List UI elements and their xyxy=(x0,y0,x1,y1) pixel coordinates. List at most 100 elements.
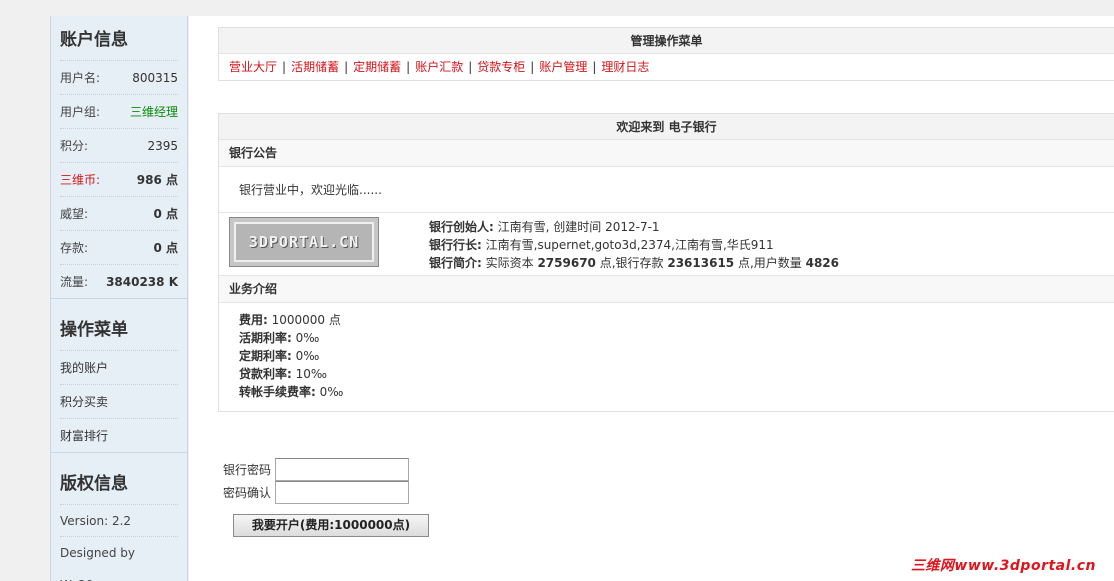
sidebar-item-points-trade[interactable]: 积分买卖 xyxy=(60,384,178,418)
confirm-label: 密码确认 xyxy=(223,486,272,500)
password-row: 银行密码 xyxy=(223,458,409,481)
ops-menu-panel: 管理操作菜单 营业大厅 | 活期储蓄 | 定期储蓄 | 账户汇款 | 贷款专柜 | 账户管理 | 理财日… xyxy=(218,27,1114,81)
site-watermark: 三维网www.3dportal.cn xyxy=(910,558,1096,574)
current-rate-value: 0‰ xyxy=(291,331,320,345)
password-confirm-input[interactable] xyxy=(275,481,409,504)
traffic-value: 3840238 K xyxy=(106,275,178,289)
coins-value: 986 点 xyxy=(136,173,178,187)
founder-label: 银行创始人: xyxy=(429,220,494,234)
president-value: 江南有雪,supernet,goto3d,2374,江南有雪,华氏911 xyxy=(481,238,774,252)
intro-label: 银行简介: xyxy=(429,256,482,270)
fee-line: 费用: 1000000 点 xyxy=(239,311,1094,329)
welcome-title: 欢迎来到 电子银行 xyxy=(219,114,1114,140)
notice-title: 银行公告 xyxy=(219,140,1114,167)
ops-menu: 营业大厅 | 活期储蓄 | 定期储蓄 | 账户汇款 | 贷款专柜 | 账户管理 | 理财日志 xyxy=(219,54,1114,80)
copyright-title: 版权信息 xyxy=(60,474,128,494)
prestige-label: 威望: xyxy=(60,207,89,221)
operation-menu-section: 操作菜单 我的账户 积分买卖 财富排行 xyxy=(51,306,187,452)
bank-info: 3DPORTAL.CN 银行创始人: 江南有雪, 创建时间 2012-7-1 银… xyxy=(219,213,1114,276)
top-strip xyxy=(0,0,1114,16)
transfer-fee-value: 0‰ xyxy=(315,385,344,399)
intro-line: 银行简介: 实际资本 2759670 点,银行存款 23613615 点,用户数… xyxy=(429,254,839,272)
fee-label: 费用: xyxy=(239,313,268,327)
sidebar-item-my-account[interactable]: 我的账户 xyxy=(60,350,178,384)
page: 账户信息 用户名: 800315 用户组: 三维经理 积分: 2395 三维币:… xyxy=(0,0,1114,581)
open-account-button[interactable]: 我要开户(费用:1000000点) xyxy=(233,514,429,537)
account-info-section: 账户信息 用户名: 800315 用户组: 三维经理 积分: 2395 三维币:… xyxy=(51,16,187,298)
bank-logo-text: 3DPORTAL.CN xyxy=(248,233,360,251)
open-account-form: 银行密码 密码确认 xyxy=(223,458,409,504)
prestige-value: 0 点 xyxy=(153,207,178,221)
usergroup-row: 用户组: 三维经理 xyxy=(60,94,178,128)
transfer-fee-line: 转帐手续费率: 0‰ xyxy=(239,383,1094,401)
bank-info-lines: 银行创始人: 江南有雪, 创建时间 2012-7-1 银行行长: 江南有雪,su… xyxy=(429,218,839,272)
points-value: 2395 xyxy=(147,139,178,153)
account-info-title: 账户信息 xyxy=(60,30,128,50)
menu-item-account-manage[interactable]: 账户管理 xyxy=(539,60,587,74)
menu-item-finance-log[interactable]: 理财日志 xyxy=(601,60,649,74)
menu-item-fixed-savings[interactable]: 定期储蓄 xyxy=(353,60,401,74)
menu-separator: | xyxy=(282,60,287,74)
bank-logo: 3DPORTAL.CN xyxy=(229,217,379,267)
fee-value: 1000000 点 xyxy=(267,313,341,327)
menu-separator: | xyxy=(468,60,473,74)
usergroup-label: 用户组: xyxy=(60,105,101,119)
username-row: 用户名: 800315 xyxy=(60,60,178,94)
version-text: Version: 2.2 xyxy=(60,504,178,536)
loan-rate-line: 贷款利率: 10‰ xyxy=(239,365,1094,383)
sidebar-item-wealth-rank[interactable]: 财富排行 xyxy=(60,418,178,452)
traffic-label: 流量: xyxy=(60,275,89,289)
operation-menu-title: 操作菜单 xyxy=(60,320,128,340)
capital-value: 2759670 xyxy=(537,256,596,270)
usergroup-value: 三维经理 xyxy=(129,105,178,119)
password-label: 银行密码 xyxy=(223,463,272,477)
bank-password-input[interactable] xyxy=(275,458,409,481)
business-details: 费用: 1000000 点 活期利率: 0‰ 定期利率: 0‰ 贷款利率: 10… xyxy=(219,303,1114,411)
user-count-value: 4826 xyxy=(805,256,840,270)
deposit-row: 存款: 0 点 xyxy=(60,230,178,264)
intro-pre: 实际资本 xyxy=(481,256,538,270)
menu-item-hall[interactable]: 营业大厅 xyxy=(229,60,277,74)
deposit-total-value: 23613615 xyxy=(667,256,735,270)
menu-separator: | xyxy=(592,60,597,74)
menu-item-current-savings[interactable]: 活期储蓄 xyxy=(291,60,339,74)
menu-separator: | xyxy=(406,60,411,74)
loan-rate-label: 贷款利率: xyxy=(239,367,292,381)
current-rate-label: 活期利率: xyxy=(239,331,292,345)
president-label: 银行行长: xyxy=(429,238,482,252)
founder-value: 江南有雪, 创建时间 2012-7-1 xyxy=(493,220,660,234)
menu-separator: | xyxy=(530,60,535,74)
points-label: 积分: xyxy=(60,139,89,153)
fixed-rate-label: 定期利率: xyxy=(239,349,292,363)
intro-mid: 点,银行存款 xyxy=(595,256,668,270)
loan-rate-value: 10‰ xyxy=(291,367,327,381)
business-title: 业务介绍 xyxy=(219,276,1114,303)
main-content: 管理操作菜单 营业大厅 | 活期储蓄 | 定期储蓄 | 账户汇款 | 贷款专柜 | 账户管理 | 理财日… xyxy=(189,16,1114,581)
sidebar-divider xyxy=(51,298,187,306)
welcome-panel: 欢迎来到 电子银行 银行公告 银行营业中，欢迎光临...... 3DPORTAL… xyxy=(218,113,1114,412)
president-line: 银行行长: 江南有雪,supernet,goto3d,2374,江南有雪,华氏9… xyxy=(429,236,839,254)
fixed-rate-line: 定期利率: 0‰ xyxy=(239,347,1094,365)
points-row: 积分: 2395 xyxy=(60,128,178,162)
bank-logo-inner: 3DPORTAL.CN xyxy=(234,222,374,262)
traffic-row: 流量: 3840238 K xyxy=(60,264,178,298)
founder-line: 银行创始人: 江南有雪, 创建时间 2012-7-1 xyxy=(429,218,839,236)
deposit-value: 0 点 xyxy=(153,241,178,255)
fixed-rate-value: 0‰ xyxy=(291,349,320,363)
intro-mid2: 点,用户数量 xyxy=(734,256,806,270)
username-value: 800315 xyxy=(132,71,178,85)
username-label: 用户名: xyxy=(60,71,101,85)
prestige-row: 威望: 0 点 xyxy=(60,196,178,230)
current-rate-line: 活期利率: 0‰ xyxy=(239,329,1094,347)
confirm-row: 密码确认 xyxy=(223,481,409,504)
sidebar-divider xyxy=(51,452,187,460)
ops-menu-title: 管理操作菜单 xyxy=(219,28,1114,54)
designed-by-text: Designed by Wz20... xyxy=(60,536,178,581)
transfer-fee-label: 转帐手续费率: xyxy=(239,385,316,399)
deposit-label: 存款: xyxy=(60,241,89,255)
sidebar: 账户信息 用户名: 800315 用户组: 三维经理 积分: 2395 三维币:… xyxy=(50,16,188,581)
copyright-section: 版权信息 Version: 2.2 Designed by Wz20... xyxy=(51,460,187,581)
menu-item-loans[interactable]: 贷款专柜 xyxy=(477,60,525,74)
coins-label: 三维币: xyxy=(60,173,101,187)
menu-item-transfer[interactable]: 账户汇款 xyxy=(415,60,463,74)
